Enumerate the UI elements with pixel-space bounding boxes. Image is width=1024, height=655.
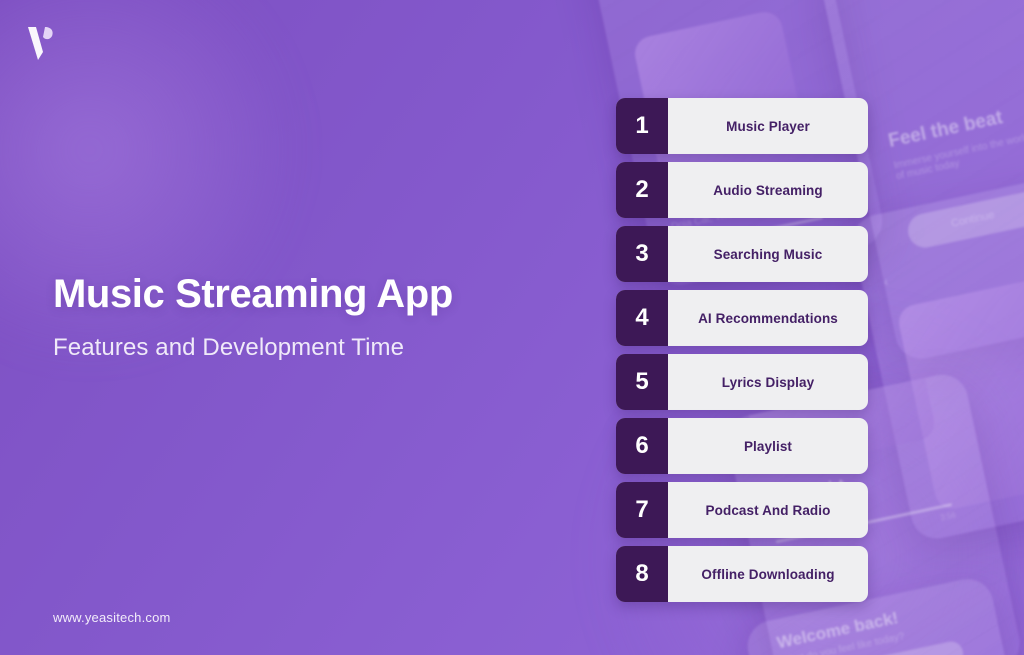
feature-list: 1 Music Player 2 Audio Streaming 3 Searching … xyxy=(616,98,868,602)
feature-number: 3 xyxy=(616,226,668,282)
mockup-duration: 3:56 xyxy=(939,510,957,523)
feature-row[interactable]: 1 Music Player xyxy=(616,98,868,154)
mockup-browse: ‹ ⋯ xyxy=(848,170,1024,544)
feature-label: Audio Streaming xyxy=(713,182,823,198)
feature-label: Playlist xyxy=(743,438,793,454)
feature-row[interactable]: 3 Searching Music xyxy=(616,226,868,282)
feature-row[interactable]: 4 AI Recommendations xyxy=(616,290,868,346)
feature-row[interactable]: 6 Playlist xyxy=(616,418,868,474)
mockup-title: Welcome back! xyxy=(775,608,900,653)
hero-text-block: Music Streaming App Features and Develop… xyxy=(53,272,553,363)
feature-number: 6 xyxy=(616,418,668,474)
feature-row[interactable]: 7 Podcast And Radio xyxy=(616,482,868,538)
feature-label: Podcast And Radio xyxy=(705,502,831,518)
feature-label: Offline Downloading xyxy=(701,566,835,582)
feature-row[interactable]: 8 Offline Downloading xyxy=(616,546,868,602)
mockup-subtitle: Immerse yourself into the world of music… xyxy=(892,131,1024,183)
slide-canvas: ♡ You Right Doja Cat, The Weeknd 3:56 Fe… xyxy=(0,0,1024,655)
feature-number: 5 xyxy=(616,354,668,410)
v-monogram-logo-icon xyxy=(24,24,58,62)
feature-number: 4 xyxy=(616,290,668,346)
mockup-title: Feel the beat xyxy=(886,107,1005,152)
page-title: Music Streaming App xyxy=(53,272,453,316)
album-art xyxy=(895,269,1024,513)
continue-button-shape xyxy=(904,185,1024,251)
feature-number: 2 xyxy=(616,162,668,218)
mockup-subtitle: What do you feel like today? xyxy=(780,631,906,655)
feature-row[interactable]: 5 Lyrics Display xyxy=(616,354,868,410)
feature-number: 1 xyxy=(616,98,668,154)
feature-label: Lyrics Display xyxy=(721,374,815,390)
feature-row[interactable]: 2 Audio Streaming xyxy=(616,162,868,218)
feature-number: 7 xyxy=(616,482,668,538)
feature-number: 8 xyxy=(616,546,668,602)
mockup-button-label: Continue xyxy=(949,208,996,230)
site-url: www.yeasitech.com xyxy=(53,610,171,625)
page-subtitle: Features and Development Time xyxy=(53,334,405,361)
search-bar-shape xyxy=(784,639,966,655)
feature-label: Searching Music xyxy=(713,246,823,262)
back-chevron-icon: ‹ xyxy=(882,273,890,290)
feature-label: Music Player xyxy=(726,118,810,134)
feature-label: AI Recommendations xyxy=(698,310,838,326)
